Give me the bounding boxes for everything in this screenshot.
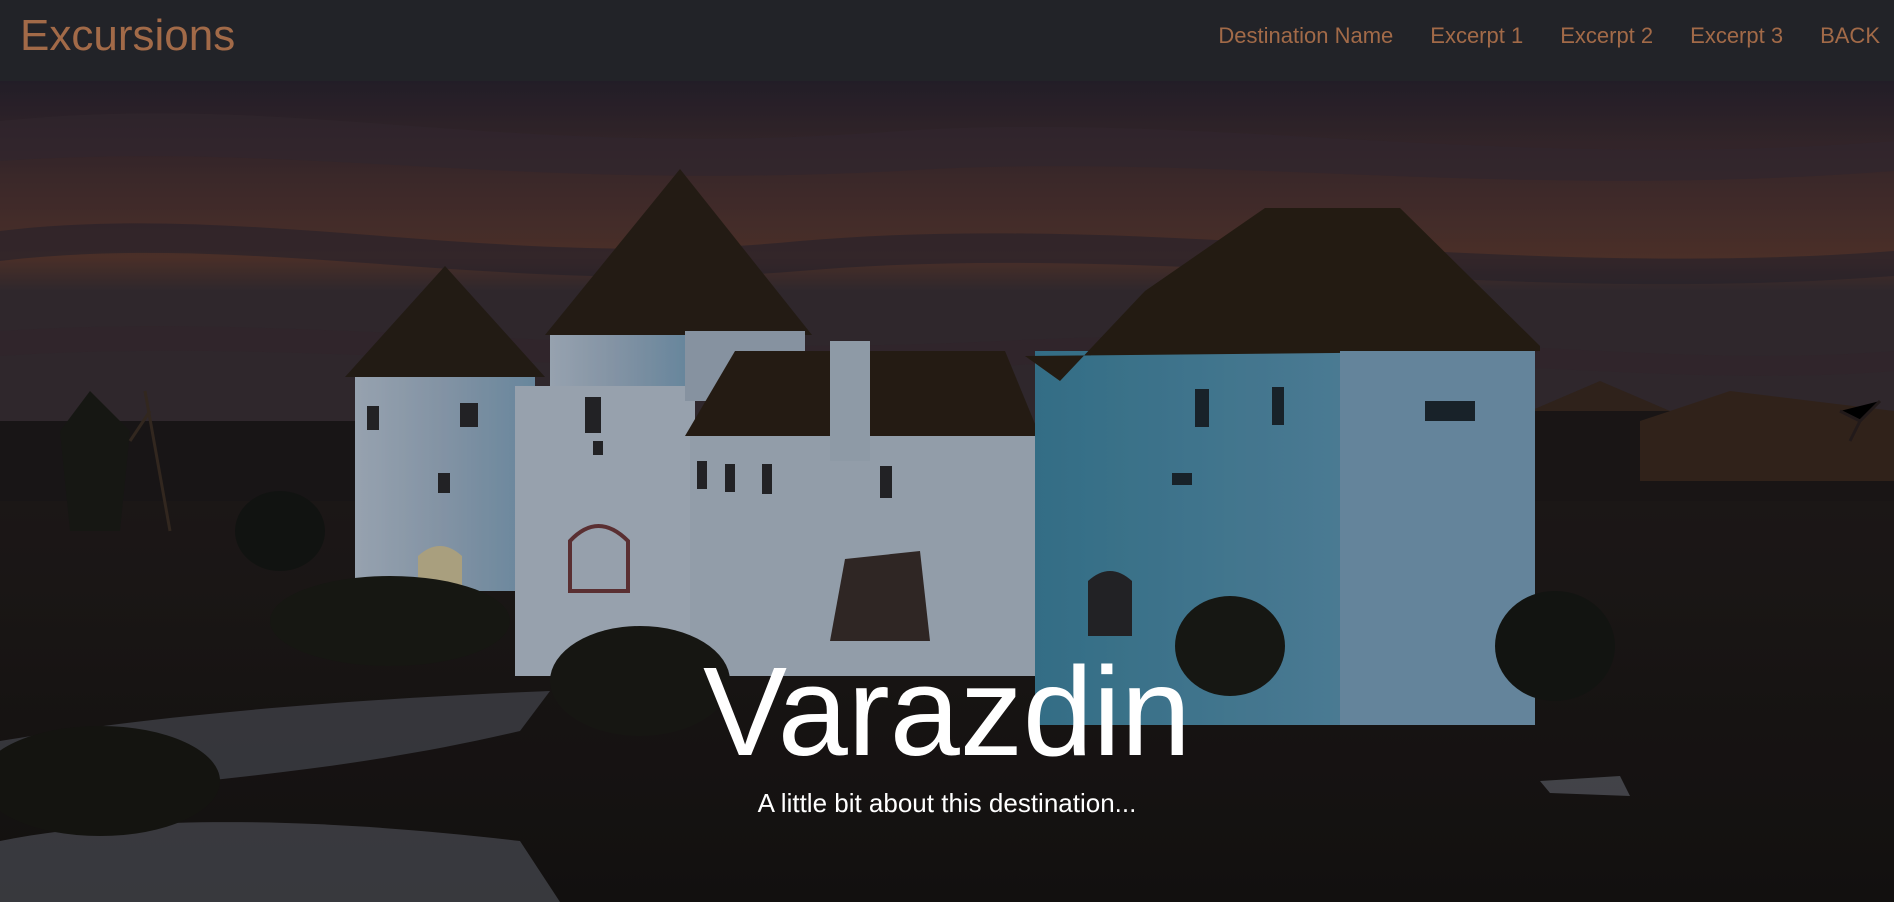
hero-title: Varazdin [703, 641, 1191, 782]
nav-links: Destination Name Excerpt 1 Excerpt 2 Exc… [1181, 0, 1880, 72]
brand-logo-link[interactable]: Excursions [20, 12, 235, 60]
nav-link-back[interactable]: BACK [1820, 23, 1880, 49]
navbar: Excursions Destination Name Excerpt 1 Ex… [0, 0, 1894, 81]
nav-link-excerpt-3[interactable]: Excerpt 3 [1690, 23, 1783, 49]
hero-subtitle: A little bit about this destination... [757, 788, 1137, 818]
nav-link-excerpt-2[interactable]: Excerpt 2 [1560, 23, 1653, 49]
hero-section: Varazdin A little bit about this destina… [0, 81, 1894, 902]
nav-link-destination-name[interactable]: Destination Name [1218, 23, 1393, 49]
nav-link-excerpt-1[interactable]: Excerpt 1 [1430, 23, 1523, 49]
